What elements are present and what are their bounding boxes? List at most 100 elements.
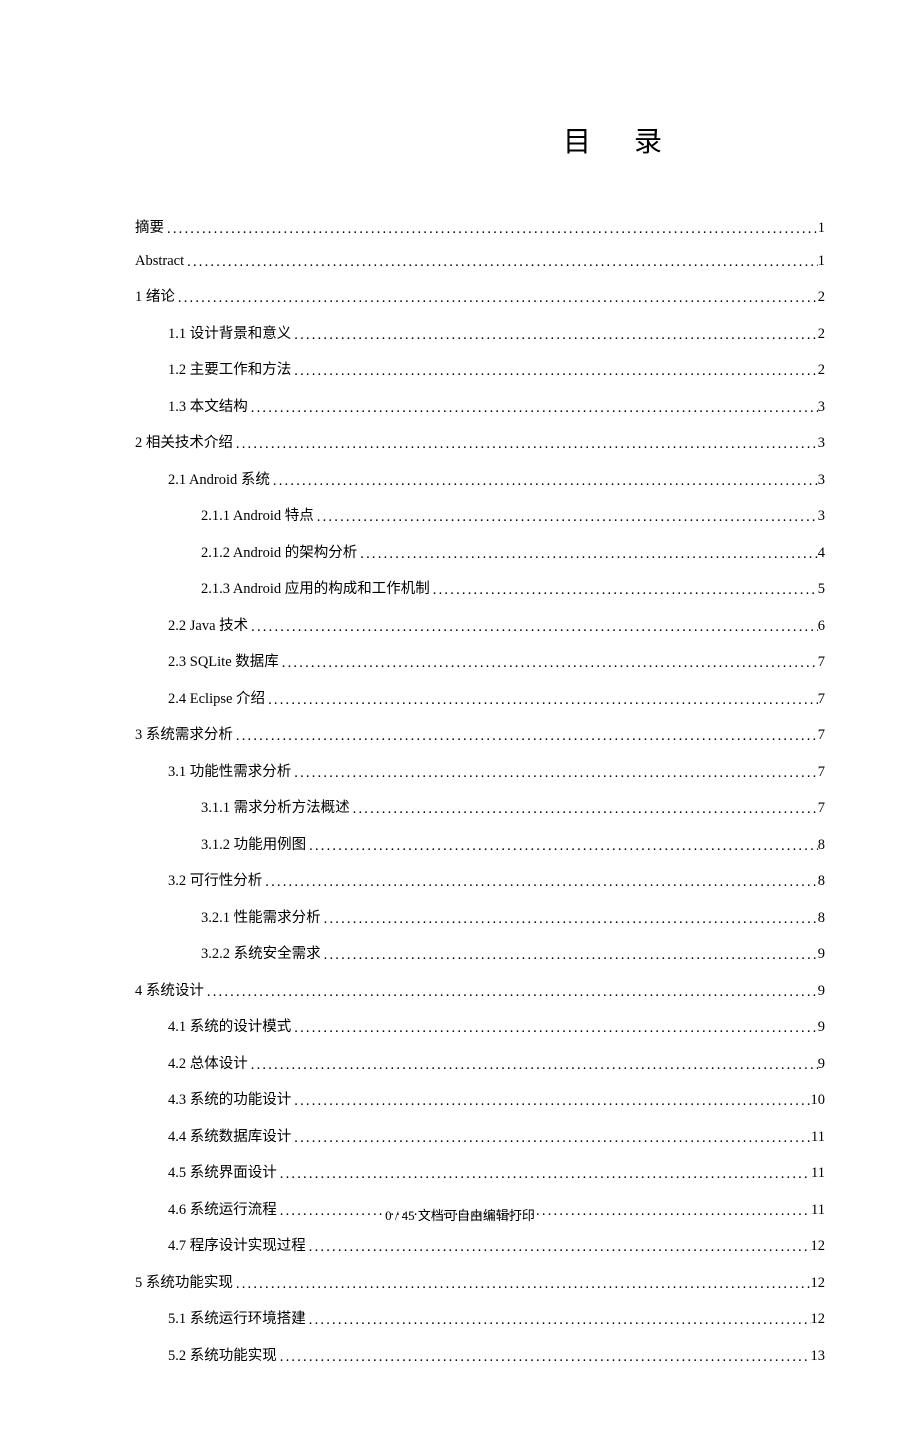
toc-leader-dots	[248, 1057, 818, 1074]
toc-entry: 3.1.1 需求分析方法概述7	[135, 796, 825, 817]
toc-leader-dots	[233, 728, 818, 745]
toc-entry-text: 4.5 系统界面设计	[168, 1161, 277, 1182]
toc-leader-dots	[164, 221, 818, 238]
toc-entry-text: 4.1 系统的设计模式	[168, 1015, 291, 1036]
toc-entry: 摘要1	[135, 216, 825, 237]
toc-leader-dots	[248, 619, 818, 636]
table-of-contents: 摘要1Abstract11 绪论21.1 设计背景和意义21.2 主要工作和方法…	[135, 216, 825, 1365]
toc-entry-page: 3	[818, 399, 825, 416]
toc-entry-text: 5 系统功能实现	[135, 1271, 233, 1292]
toc-entry: 2.2 Java 技术 6	[135, 614, 825, 635]
toc-entry: 4 系统设计 9	[135, 979, 825, 1000]
toc-entry: 4.1 系统的设计模式9	[135, 1015, 825, 1036]
toc-entry-text: 1.2 主要工作和方法	[168, 358, 291, 379]
toc-entry-text: 3.1.1 需求分析方法概述	[201, 796, 350, 817]
toc-entry: 2.1.3 Android 应用的构成和工作机制 5	[135, 577, 825, 598]
toc-entry-text: 2.1 Android 系统	[168, 468, 270, 489]
toc-entry: 3 系统需求分析7	[135, 723, 825, 744]
toc-entry: 5.2 系统功能实现13	[135, 1344, 825, 1365]
toc-entry: 4.7 程序设计实现过程12	[135, 1234, 825, 1255]
toc-entry-page: 4	[818, 545, 825, 562]
toc-leader-dots	[306, 1312, 811, 1329]
toc-entry-page: 3	[818, 435, 825, 452]
toc-entry-page: 5	[818, 581, 825, 598]
toc-entry-text: 2.1.3 Android 应用的构成和工作机制	[201, 577, 430, 598]
toc-leader-dots	[430, 582, 818, 599]
toc-leader-dots	[291, 327, 818, 344]
toc-leader-dots	[357, 546, 817, 563]
toc-entry-text: 1.3 本文结构	[168, 395, 248, 416]
toc-entry: 2.4 Eclipse 介绍7	[135, 687, 825, 708]
toc-entry: 5 系统功能实现 12	[135, 1271, 825, 1292]
toc-leader-dots	[291, 1130, 811, 1147]
toc-entry-text: 4 系统设计	[135, 979, 204, 1000]
toc-entry: 4.2 总体设计 9	[135, 1052, 825, 1073]
toc-entry: 2 相关技术介绍 3	[135, 431, 825, 452]
toc-entry-page: 6	[818, 618, 825, 635]
page-footer: 0 / 45 文档可自由编辑打印	[0, 1205, 920, 1224]
toc-entry: 3.1.2 功能用例图 8	[135, 833, 825, 854]
toc-leader-dots	[184, 254, 818, 271]
toc-entry-page: 8	[818, 873, 825, 890]
toc-leader-dots	[314, 509, 818, 526]
toc-entry-page: 7	[818, 764, 825, 781]
toc-leader-dots	[204, 984, 818, 1001]
document-page: 目 录 摘要1Abstract11 绪论21.1 设计背景和意义21.2 主要工…	[0, 0, 920, 1440]
toc-title: 目 录	[135, 120, 825, 160]
toc-leader-dots	[265, 692, 818, 709]
toc-entry-text: 2.2 Java 技术	[168, 614, 248, 635]
toc-entry-page: 2	[818, 326, 825, 343]
toc-entry-page: 12	[811, 1275, 826, 1292]
toc-entry-page: 3	[818, 508, 825, 525]
toc-entry-page: 8	[818, 837, 825, 854]
toc-entry: 3.2.1 性能需求分析8	[135, 906, 825, 927]
toc-leader-dots	[233, 1276, 811, 1293]
toc-entry-page: 12	[811, 1238, 826, 1255]
toc-entry-text: 3.2.2 系统安全需求	[201, 942, 321, 963]
toc-leader-dots	[321, 947, 818, 964]
toc-entry-text: 2.3 SQLite 数据库	[168, 650, 279, 671]
toc-entry: 1 绪论2	[135, 285, 825, 306]
toc-entry-page: 13	[811, 1348, 826, 1365]
toc-entry-page: 9	[818, 946, 825, 963]
toc-entry: 1.2 主要工作和方法 2	[135, 358, 825, 379]
toc-entry: 2.1.2 Android 的架构分析 4	[135, 541, 825, 562]
toc-leader-dots	[291, 765, 818, 782]
toc-entry-page: 7	[818, 691, 825, 708]
toc-leader-dots	[277, 1166, 811, 1183]
toc-leader-dots	[306, 838, 818, 855]
toc-leader-dots	[233, 436, 818, 453]
toc-leader-dots	[277, 1349, 811, 1366]
toc-entry-page: 2	[818, 362, 825, 379]
toc-entry-text: 2.1.2 Android 的架构分析	[201, 541, 357, 562]
toc-entry: 2.1 Android 系统3	[135, 468, 825, 489]
toc-entry-page: 9	[818, 983, 825, 1000]
toc-entry-page: 7	[818, 654, 825, 671]
toc-entry-text: 3.1.2 功能用例图	[201, 833, 306, 854]
toc-entry-text: 1 绪论	[135, 285, 175, 306]
toc-entry: 1.1 设计背景和意义2	[135, 322, 825, 343]
toc-entry-page: 8	[818, 910, 825, 927]
toc-leader-dots	[248, 400, 818, 417]
toc-entry-page: 9	[818, 1056, 825, 1073]
toc-entry-page: 10	[811, 1092, 826, 1109]
toc-entry-text: 5.1 系统运行环境搭建	[168, 1307, 306, 1328]
toc-leader-dots	[291, 1093, 810, 1110]
toc-entry-text: 3.2 可行性分析	[168, 869, 262, 890]
toc-entry: 5.1 系统运行环境搭建12	[135, 1307, 825, 1328]
toc-leader-dots	[291, 1020, 818, 1037]
toc-entry-text: 4.2 总体设计	[168, 1052, 248, 1073]
toc-entry: 2.3 SQLite 数据库 7	[135, 650, 825, 671]
toc-leader-dots	[291, 363, 818, 380]
toc-entry-text: 2 相关技术介绍	[135, 431, 233, 452]
toc-entry-text: 4.4 系统数据库设计	[168, 1125, 291, 1146]
toc-leader-dots	[175, 290, 818, 307]
toc-entry-text: 3 系统需求分析	[135, 723, 233, 744]
toc-entry-text: 2.1.1 Android 特点	[201, 504, 314, 525]
toc-entry-text: 4.3 系统的功能设计	[168, 1088, 291, 1109]
toc-entry-page: 11	[811, 1129, 825, 1146]
toc-entry: 1.3 本文结构 3	[135, 395, 825, 416]
toc-leader-dots	[306, 1239, 811, 1256]
toc-entry: 4.3 系统的功能设计 10	[135, 1088, 825, 1109]
toc-entry-page: 1	[818, 253, 825, 270]
